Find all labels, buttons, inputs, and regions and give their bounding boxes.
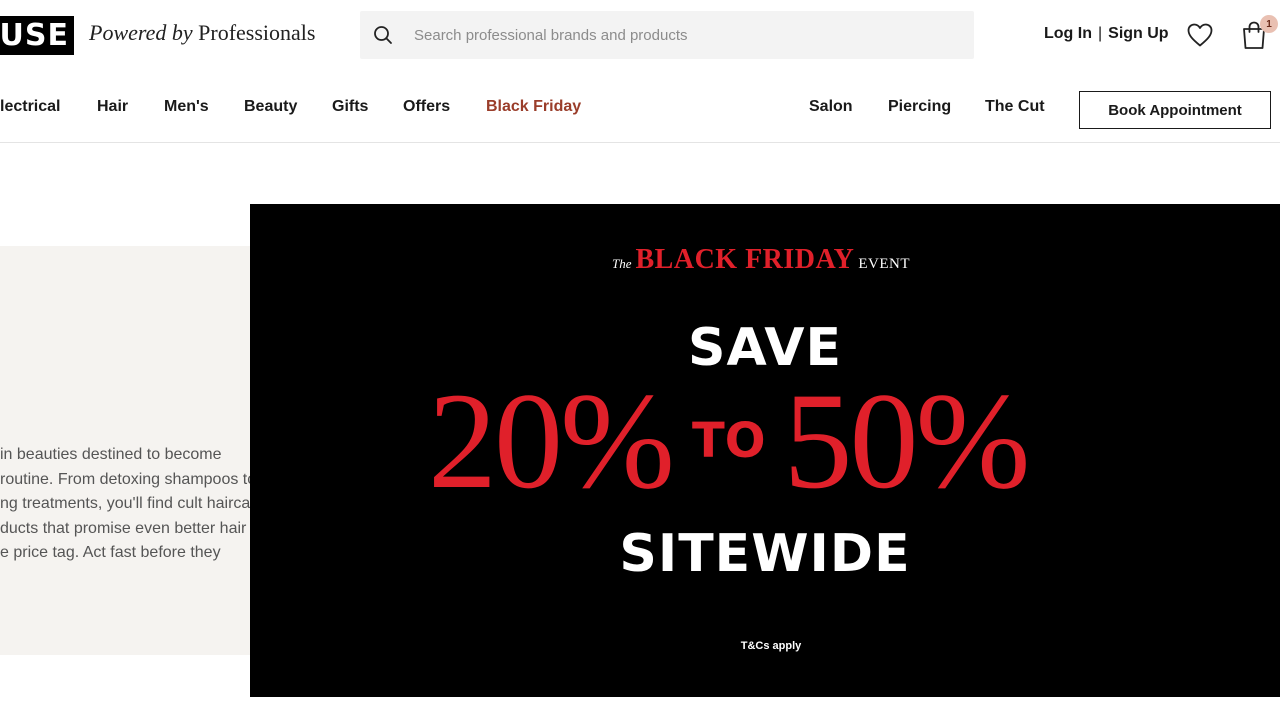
signup-link[interactable]: Sign Up	[1108, 25, 1168, 43]
search-icon[interactable]	[373, 25, 393, 45]
search-bar[interactable]	[360, 11, 974, 59]
event-title: BLACK FRIDAY	[635, 244, 855, 275]
nav-item-piercing[interactable]: Piercing	[888, 98, 951, 116]
nav-item-mens[interactable]: Men's	[164, 98, 209, 116]
account-links: Log In | Sign Up	[1044, 25, 1169, 43]
login-link[interactable]: Log In	[1044, 25, 1092, 43]
search-input[interactable]	[414, 26, 954, 44]
event-prefix: The	[612, 256, 632, 271]
sitewide-heading: SITEWIDE	[619, 524, 911, 584]
brand-logo-text: USE	[0, 18, 69, 53]
event-suffix: EVENT	[858, 256, 911, 272]
cart-count-badge: 1	[1260, 15, 1278, 33]
brand-tagline: Powered by Professionals	[89, 20, 315, 46]
nav-item-the-cut[interactable]: The Cut	[985, 98, 1045, 116]
nav-item-black-friday[interactable]: Black Friday	[486, 98, 581, 116]
nav-item-electrical[interactable]: lectrical	[0, 98, 60, 116]
nav-item-hair[interactable]: Hair	[97, 98, 128, 116]
account-separator: |	[1097, 25, 1103, 42]
category-intro-text: in beauties destined to become routine. …	[0, 446, 265, 561]
heart-icon[interactable]	[1186, 22, 1214, 48]
discount-from: 20%	[428, 364, 675, 517]
event-heading: The BLACK FRIDAY EVENT	[612, 244, 910, 276]
discount-to: 50%	[783, 364, 1031, 517]
nav-item-beauty[interactable]: Beauty	[244, 98, 297, 116]
site-header: USE Powered by Professionals Log In | Si…	[0, 0, 1280, 143]
nav-item-gifts[interactable]: Gifts	[332, 98, 368, 116]
nav-item-salon[interactable]: Salon	[809, 98, 853, 116]
tagline-italic: Powered by	[89, 20, 193, 45]
save-heading: SAVE	[688, 318, 842, 378]
brand-logo[interactable]: USE	[0, 16, 74, 55]
nav-item-offers[interactable]: Offers	[403, 98, 450, 116]
terms-link[interactable]: T&Cs apply	[250, 640, 1280, 652]
book-appointment-button[interactable]: Book Appointment	[1079, 91, 1271, 129]
tagline-rest: Professionals	[198, 20, 316, 45]
discount-range: 20% TO 50%	[428, 364, 1031, 517]
discount-to-word: TO	[691, 413, 766, 469]
black-friday-banner[interactable]: The BLACK FRIDAY EVENT SAVE 20% TO 50% S…	[250, 204, 1280, 697]
